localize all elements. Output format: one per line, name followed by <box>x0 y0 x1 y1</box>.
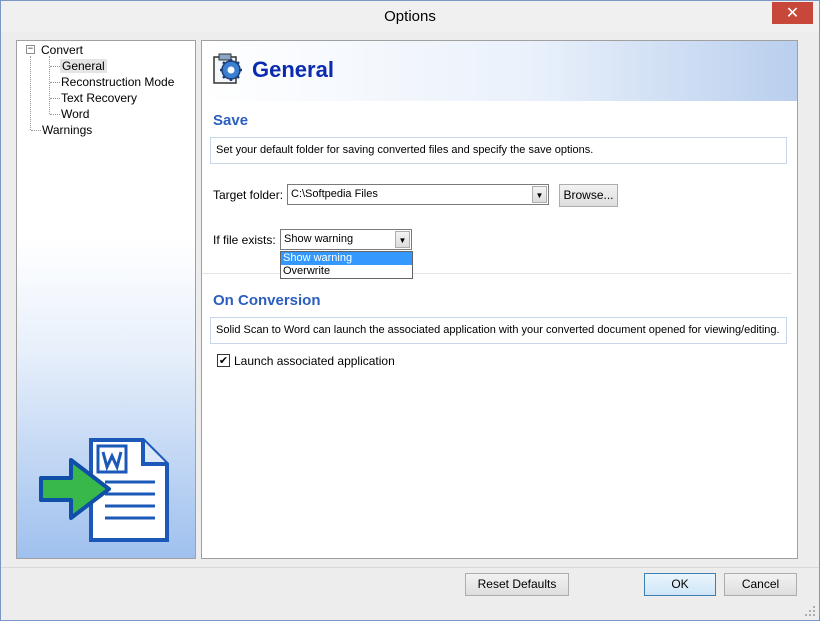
options-dialog: Options ✕ − Convert General Reconstructi… <box>0 0 820 621</box>
cancel-button[interactable]: Cancel <box>724 573 797 596</box>
tree-item-convert[interactable]: Convert <box>41 43 83 57</box>
chevron-down-icon[interactable]: ▼ <box>532 186 547 203</box>
conversion-description: Solid Scan to Word can launch the associ… <box>210 317 787 344</box>
section-title-save: Save <box>213 112 249 129</box>
if-file-exists-value: Show warning <box>284 233 354 245</box>
close-button[interactable]: ✕ <box>772 2 813 24</box>
page-title: General <box>252 57 334 82</box>
collapse-icon[interactable]: − <box>26 45 35 54</box>
target-folder-value: C:\Softpedia Files <box>291 188 378 200</box>
tree-item-word[interactable]: Word <box>61 107 89 121</box>
if-file-exists-select[interactable]: Show warning ▼ <box>280 229 412 250</box>
launch-app-label[interactable]: Launch associated application <box>234 354 395 368</box>
footer-divider <box>1 567 819 568</box>
ok-button[interactable]: OK <box>644 573 716 596</box>
settings-panel: General Save Set your default folder for… <box>201 40 798 559</box>
settings-page-icon <box>213 53 242 84</box>
launch-app-checkbox[interactable]: ✔ <box>217 354 230 367</box>
option-overwrite[interactable]: Overwrite <box>281 265 412 278</box>
save-description: Set your default folder for saving conve… <box>210 137 787 164</box>
chevron-down-icon[interactable]: ▼ <box>395 231 410 248</box>
tree-item-warnings[interactable]: Warnings <box>42 123 92 137</box>
if-file-exists-label: If file exists: <box>213 233 276 247</box>
options-tree: − Convert General Reconstruction Mode Te… <box>16 40 196 559</box>
resize-grip-icon[interactable] <box>804 605 816 617</box>
target-folder-label: Target folder: <box>213 188 284 202</box>
title-bar: Options ✕ <box>1 1 819 32</box>
reset-defaults-button[interactable]: Reset Defaults <box>465 573 569 596</box>
option-show-warning[interactable]: Show warning <box>281 252 412 265</box>
tree-item-general[interactable]: General <box>60 59 107 73</box>
browse-button[interactable]: Browse... <box>559 184 618 207</box>
close-icon: ✕ <box>785 3 800 22</box>
target-folder-combo[interactable]: C:\Softpedia Files ▼ <box>287 184 549 205</box>
tree-item-reconstruction-mode[interactable]: Reconstruction Mode <box>61 75 174 89</box>
tree-item-text-recovery[interactable]: Text Recovery <box>61 91 137 105</box>
window-title: Options <box>384 8 436 25</box>
page-header: General <box>202 41 797 101</box>
word-document-logo-icon <box>39 438 169 542</box>
if-file-exists-dropdown: Show warning Overwrite <box>280 251 413 279</box>
section-title-on-conversion: On Conversion <box>213 292 321 309</box>
